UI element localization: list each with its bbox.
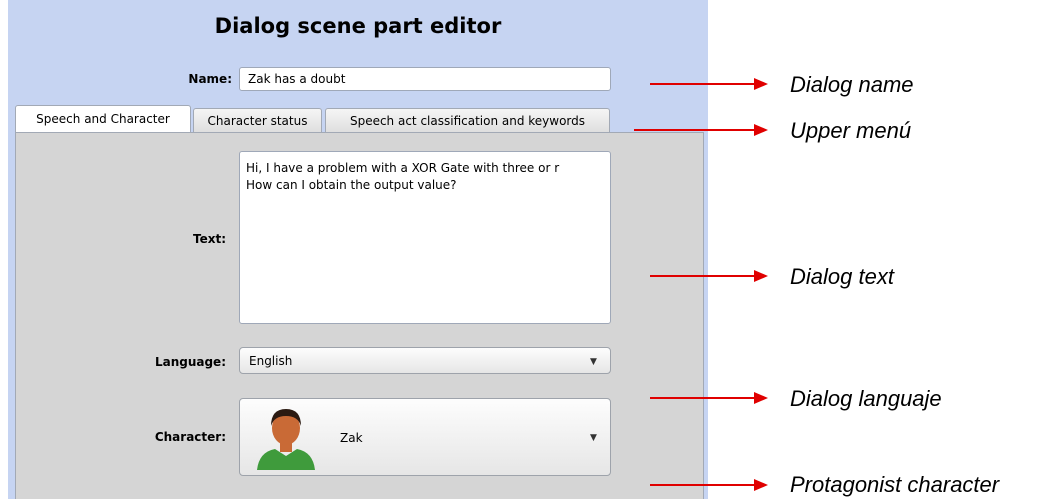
red-arrow-icon — [650, 270, 768, 282]
page-title: Dialog scene part editor — [214, 14, 502, 38]
character-value: Zak — [340, 431, 363, 445]
red-arrow-icon — [634, 124, 768, 136]
character-avatar-icon — [253, 404, 319, 470]
name-field[interactable]: Zak has a doubt — [239, 67, 611, 91]
chevron-down-icon: ▼ — [590, 357, 597, 367]
annotation-upper-menu: Upper menú — [790, 118, 912, 143]
name-field-value: Zak has a doubt — [248, 72, 346, 86]
annotation-dialog-name: Dialog name — [790, 72, 914, 97]
tab-speech-and-character[interactable]: Speech and Character — [15, 105, 191, 132]
language-select[interactable]: English ▼ — [239, 347, 611, 374]
red-arrow-icon — [650, 392, 768, 404]
dialog-text-line: Hi, I have a problem with a XOR Gate wit… — [246, 161, 560, 175]
tab-character-status[interactable]: Character status — [193, 108, 322, 133]
tab-speech-act-classification[interactable]: Speech act classification and keywords — [325, 108, 610, 133]
name-label: Name: — [188, 72, 232, 86]
annotation-dialog-text: Dialog text — [790, 264, 894, 289]
character-select[interactable]: Zak ▼ — [239, 398, 611, 476]
language-label: Language: — [154, 355, 226, 369]
dialog-text-line: How can I obtain the output value? — [246, 178, 457, 192]
annotation-protagonist-character: Protagonist character — [790, 472, 1000, 497]
red-arrow-icon — [650, 78, 768, 90]
annotation-dialog-language: Dialog languaje — [790, 386, 942, 411]
red-arrow-icon — [650, 479, 768, 491]
tab-label: Character status — [207, 114, 308, 128]
tab-label: Speech and Character — [36, 112, 170, 126]
character-label: Character: — [154, 430, 226, 444]
dialog-editor-window: Dialog scene part editor Name: Zak has a… — [8, 0, 708, 499]
chevron-down-icon: ▼ — [590, 433, 597, 443]
language-value: English — [249, 354, 293, 368]
dialog-text-area[interactable]: Hi, I have a problem with a XOR Gate wit… — [239, 151, 611, 324]
tab-label: Speech act classification and keywords — [349, 114, 586, 128]
text-label: Text: — [192, 232, 226, 246]
